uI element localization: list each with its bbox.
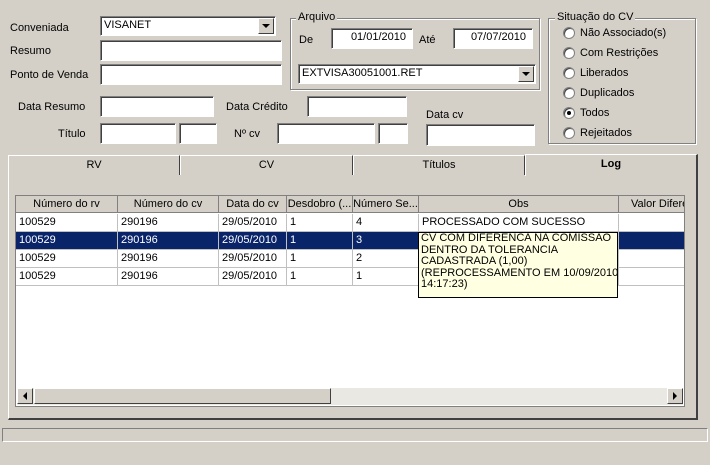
radio-label-nao-associados: Não Associado(s) (580, 27, 667, 39)
tab-rv[interactable]: RV (8, 155, 180, 175)
log-grid[interactable]: Número do rv Número do cv Data do cv Des… (15, 195, 685, 407)
nr-cv-input[interactable] (277, 123, 375, 144)
cell-desdobro: 1 (287, 250, 353, 268)
tab-log-label: Log (600, 158, 622, 170)
cell-data-cv: 29/05/2010 (219, 214, 287, 232)
radio-label-liberados: Liberados (580, 67, 629, 79)
column-header-valor-diferenca[interactable]: Valor Difere (619, 196, 684, 213)
tab-log[interactable]: Log (525, 154, 698, 176)
situacao-group-title: Situação do CV (555, 11, 636, 23)
table-row[interactable]: 100529 290196 29/05/2010 1 4 PROCESSADO … (16, 214, 684, 232)
cell-valor-diferenca (619, 232, 684, 250)
cell-desdobro: 1 (287, 214, 353, 232)
column-header-data-cv[interactable]: Data do cv (219, 196, 287, 213)
arquivo-combo[interactable]: EXTVISA30051001.RET (298, 64, 536, 84)
titulo-label: Título (58, 128, 86, 140)
cell-valor-diferenca (619, 268, 684, 286)
tab-titulos[interactable]: Títulos (353, 155, 525, 175)
status-bar (2, 428, 708, 442)
radio-label-com-restricoes: Com Restrições (580, 47, 659, 59)
cell-data-cv: 29/05/2010 (219, 268, 287, 286)
cell-numero-cv: 290196 (118, 250, 219, 268)
radio-todos[interactable] (563, 107, 575, 119)
tab-rv-label: RV (86, 159, 102, 171)
tooltip-line: CADASTRADA (1,00) (421, 255, 528, 267)
titulo-input[interactable] (100, 123, 176, 144)
radio-rejeitados[interactable] (563, 127, 575, 139)
tab-cv[interactable]: CV (180, 155, 353, 175)
resumo-input[interactable] (100, 40, 282, 61)
radio-nao-associados[interactable] (563, 27, 575, 39)
cell-desdobro: 1 (287, 268, 353, 286)
column-header-numero-cv[interactable]: Número do cv (118, 196, 219, 213)
cell-numero-cv: 290196 (118, 214, 219, 232)
horizontal-scrollbar[interactable] (17, 388, 683, 405)
data-credito-label: Data Crédito (226, 101, 288, 113)
cell-numero-seq: 3 (353, 232, 419, 250)
ate-label: Até (419, 34, 436, 46)
tooltip-line: CV COM DIFERENCA NA COMISSAO (421, 232, 612, 244)
arquivo-group-title: Arquivo (296, 11, 338, 23)
data-credito-input[interactable] (307, 96, 407, 117)
conveniada-value: VISANET (104, 19, 152, 31)
de-date-value: 01/01/2010 (350, 31, 406, 43)
scroll-right-button[interactable] (667, 388, 683, 404)
chevron-down-icon (522, 72, 530, 76)
data-cv-input[interactable] (426, 124, 535, 146)
ponto-venda-label: Ponto de Venda (10, 69, 89, 81)
cell-numero-seq: 1 (353, 268, 419, 286)
scroll-left-button[interactable] (17, 388, 33, 404)
ponto-venda-input[interactable] (100, 64, 282, 85)
tab-cv-label: CV (258, 159, 275, 171)
column-header-desdobro[interactable]: Desdobro (... (287, 196, 353, 213)
nr-cv-digit-input[interactable] (378, 123, 408, 144)
obs-tooltip: CV COM DIFERENCA NA COMISSAO DENTRO DA T… (418, 232, 618, 298)
cell-desdobro: 1 (287, 232, 353, 250)
conveniada-dropdown-button[interactable] (258, 18, 274, 34)
cell-data-cv: 29/05/2010 (219, 232, 287, 250)
radio-com-restricoes[interactable] (563, 47, 575, 59)
column-header-numero-seq[interactable]: Número Se... (353, 196, 419, 213)
cell-numero-rv: 100529 (16, 268, 118, 286)
cell-numero-cv: 290196 (118, 268, 219, 286)
tab-titulos-label: Títulos (422, 159, 456, 171)
column-header-obs[interactable]: Obs (419, 196, 619, 213)
tooltip-line: 14:17:23) (421, 278, 468, 290)
de-date-input[interactable]: 01/01/2010 (331, 28, 413, 49)
column-header-numero-rv[interactable]: Número do rv (16, 196, 118, 213)
de-label: De (299, 34, 314, 46)
ate-date-value: 07/07/2010 (470, 31, 526, 43)
arrow-right-icon (673, 392, 677, 400)
titulo-parcela-input[interactable] (179, 123, 217, 144)
data-resumo-input[interactable] (100, 96, 214, 117)
nr-cv-label: Nº cv (234, 128, 261, 140)
radio-label-duplicados: Duplicados (580, 87, 635, 99)
cell-data-cv: 29/05/2010 (219, 250, 287, 268)
chevron-down-icon (262, 24, 270, 28)
arquivo-dropdown-button[interactable] (518, 66, 534, 82)
radio-label-rejeitados: Rejeitados (580, 127, 632, 139)
arquivo-value: EXTVISA30051001.RET (302, 67, 423, 79)
resumo-label: Resumo (10, 45, 51, 57)
cell-numero-rv: 100529 (16, 250, 118, 268)
arrow-left-icon (23, 392, 27, 400)
radio-label-todos: Todos (580, 107, 610, 119)
scrollbar-thumb[interactable] (34, 388, 331, 404)
cell-numero-rv: 100529 (16, 214, 118, 232)
data-cv-label: Data cv (426, 109, 464, 121)
cell-obs: PROCESSADO COM SUCESSO (419, 214, 619, 232)
ate-date-input[interactable]: 07/07/2010 (453, 28, 533, 49)
data-resumo-label: Data Resumo (18, 101, 86, 113)
conveniada-label: Conveniada (10, 22, 69, 34)
cell-numero-rv: 100529 (16, 232, 118, 250)
radio-liberados[interactable] (563, 67, 575, 79)
cell-valor-diferenca (619, 250, 684, 268)
cell-numero-seq: 2 (353, 250, 419, 268)
cell-numero-seq: 4 (353, 214, 419, 232)
conveniada-combo[interactable]: VISANET (100, 16, 276, 36)
cell-valor-diferenca (619, 214, 684, 232)
radio-duplicados[interactable] (563, 87, 575, 99)
cell-numero-cv: 290196 (118, 232, 219, 250)
